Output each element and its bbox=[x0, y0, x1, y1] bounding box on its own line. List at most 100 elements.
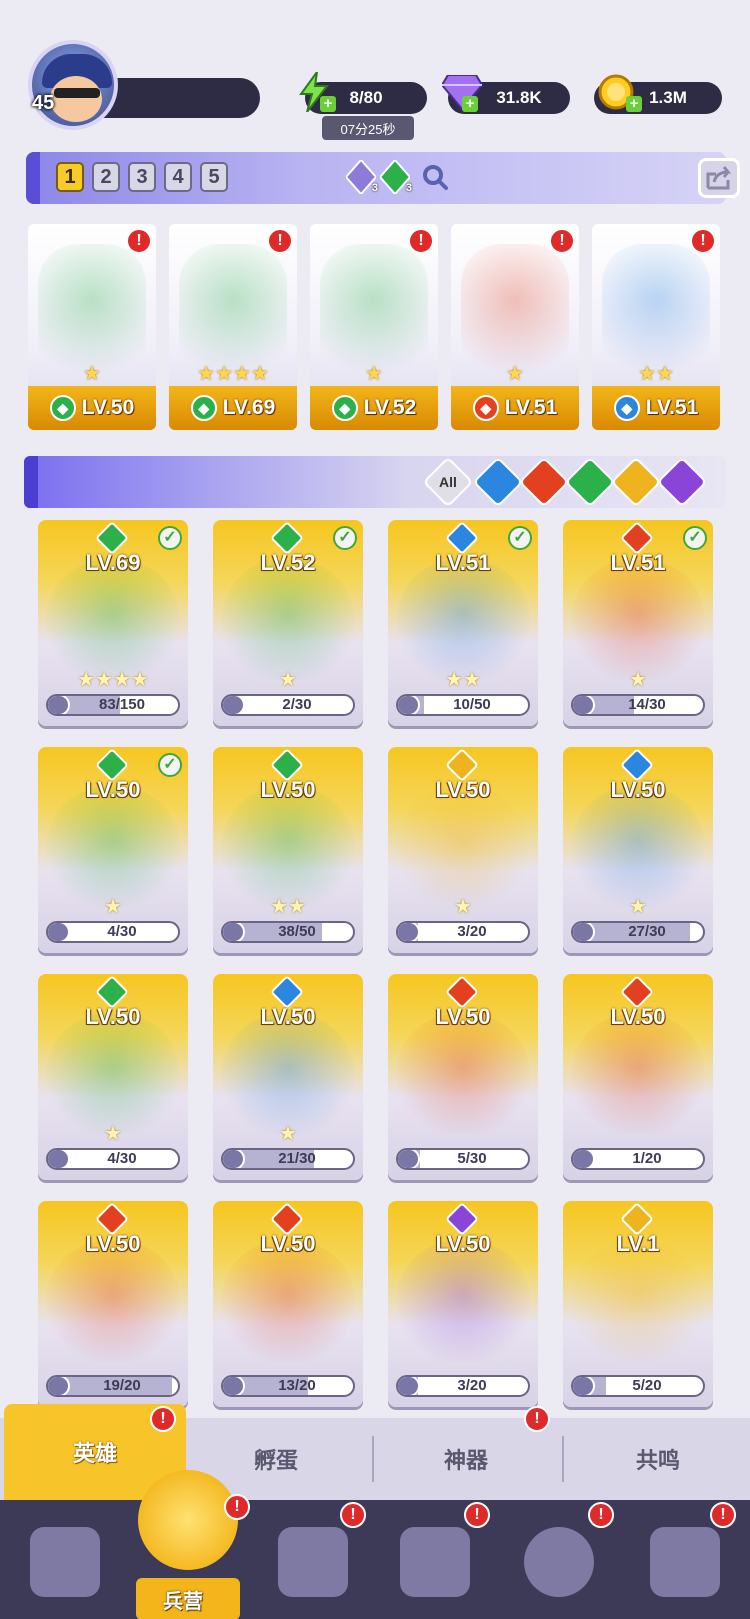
gold-add-icon[interactable]: + bbox=[626, 96, 642, 112]
nav-map[interactable]: ! bbox=[258, 1502, 368, 1612]
hero-portrait bbox=[396, 1241, 530, 1361]
nav-barracks[interactable]: 兵营 ! bbox=[128, 1470, 250, 1619]
purple-crystal-icon[interactable]: 3 bbox=[344, 160, 378, 194]
shard-progress-bar: 19/20 bbox=[46, 1375, 180, 1397]
hero-card[interactable]: LV.50 ★★ 38/50 bbox=[213, 747, 363, 953]
team-selector-bar: 1 2 3 4 5 3 3 bbox=[26, 152, 740, 204]
shard-progress-bar: 14/30 bbox=[571, 694, 705, 716]
in-team-check-icon: ✓ bbox=[508, 526, 532, 550]
filter-nature[interactable] bbox=[564, 456, 616, 508]
hero-portrait bbox=[571, 787, 705, 907]
team-tab-3[interactable]: 3 bbox=[128, 162, 156, 192]
hero-level: LV.50 bbox=[610, 1004, 666, 1029]
level-band: ◆ LV.51 bbox=[592, 386, 720, 430]
tab-resonance[interactable]: 共鸣 bbox=[566, 1418, 750, 1500]
share-icon bbox=[706, 166, 732, 190]
green-crystal-icon[interactable]: 3 bbox=[378, 160, 412, 194]
energy-add-icon[interactable]: + bbox=[320, 96, 336, 112]
shard-progress-text: 5/30 bbox=[457, 1150, 487, 1167]
player-level: 45 bbox=[32, 92, 55, 114]
hero-portrait bbox=[221, 1241, 355, 1361]
team-hero-card[interactable]: ★ ◆ LV.51! bbox=[451, 224, 579, 430]
tab-artifacts[interactable]: 神器 bbox=[376, 1418, 556, 1500]
hero-card[interactable]: LV.50 13/20 bbox=[213, 1201, 363, 1407]
hero-card[interactable]: LV.52 ★ 2/30 ✓ bbox=[213, 520, 363, 726]
hero-card[interactable]: LV.50 ★ 4/30 ✓ bbox=[38, 747, 188, 953]
gem-add-icon[interactable]: + bbox=[462, 96, 478, 112]
hero-card[interactable]: LV.51 ★★ 10/50 ✓ bbox=[388, 520, 538, 726]
hero-stars: ★ bbox=[83, 363, 101, 385]
avatar[interactable] bbox=[28, 40, 118, 130]
filter-fire[interactable] bbox=[518, 456, 570, 508]
artifacts-alert-icon: ! bbox=[524, 1406, 550, 1432]
shard-progress-text: 4/30 bbox=[107, 1150, 137, 1167]
alert-icon: ! bbox=[408, 228, 434, 254]
barracks-alert-icon: ! bbox=[224, 1494, 250, 1520]
filter-all[interactable]: All bbox=[422, 456, 474, 508]
search-icon[interactable] bbox=[418, 160, 452, 194]
hero-portrait bbox=[396, 787, 530, 907]
hero-stars: ★ bbox=[629, 896, 647, 918]
nav-castle[interactable]: ! bbox=[380, 1502, 490, 1612]
fire-element-icon: ◆ bbox=[472, 395, 499, 421]
guild-alert-icon: ! bbox=[710, 1502, 736, 1528]
team-hero-card[interactable]: ★★ ◆ LV.51! bbox=[592, 224, 720, 430]
share-button[interactable] bbox=[698, 158, 740, 198]
team-hero-card[interactable]: ★★★★ ◆ LV.69! bbox=[169, 224, 297, 430]
filter-light[interactable] bbox=[610, 456, 662, 508]
hero-stars: ★ bbox=[365, 363, 383, 385]
player-name-plate[interactable] bbox=[100, 78, 260, 118]
water-element-icon: ◆ bbox=[613, 395, 640, 421]
element-filter-bar: All bbox=[24, 456, 726, 508]
hero-card[interactable]: LV.50 1/20 bbox=[563, 974, 713, 1180]
hero-stars: ★ bbox=[279, 1123, 297, 1145]
filter-dark[interactable] bbox=[656, 456, 708, 508]
guild-banner-icon bbox=[650, 1527, 720, 1597]
map-alert-icon: ! bbox=[340, 1502, 366, 1528]
team-tab-5[interactable]: 5 bbox=[200, 162, 228, 192]
nav-guild[interactable]: ! bbox=[630, 1502, 740, 1612]
nature-element-icon: ◆ bbox=[331, 395, 358, 421]
hero-card[interactable]: LV.50 19/20 bbox=[38, 1201, 188, 1407]
sub-tab-bar: 孵蛋 神器 共鸣 英雄 ! ! bbox=[0, 1404, 750, 1500]
hero-level: LV.50 bbox=[260, 1231, 316, 1256]
team-hero-card[interactable]: ★ ◆ LV.50! bbox=[28, 224, 156, 430]
filter-water[interactable] bbox=[472, 456, 524, 508]
green-crystal-count: 3 bbox=[405, 182, 412, 194]
shard-progress-bar: 2/30 bbox=[221, 694, 355, 716]
team-tab-4[interactable]: 4 bbox=[164, 162, 192, 192]
hero-level: LV.50 bbox=[81, 396, 135, 419]
in-team-check-icon: ✓ bbox=[158, 753, 182, 777]
shard-progress-text: 5/20 bbox=[632, 1377, 662, 1394]
hero-card[interactable]: LV.69 ★★★★ 83/150 ✓ bbox=[38, 520, 188, 726]
shard-progress-bar: 5/30 bbox=[396, 1148, 530, 1170]
hero-stars: ★★★★ bbox=[77, 669, 149, 691]
hero-card[interactable]: LV.1 5/20 bbox=[563, 1201, 713, 1407]
level-band: ◆ LV.52 bbox=[310, 386, 438, 430]
hero-portrait bbox=[46, 560, 180, 680]
hero-card[interactable]: LV.50 ★ 4/30 bbox=[38, 974, 188, 1180]
cards-icon bbox=[30, 1527, 100, 1597]
nav-cards[interactable] bbox=[10, 1512, 120, 1612]
hero-stars: ★★ bbox=[638, 363, 674, 385]
castle-icon bbox=[400, 1527, 470, 1597]
filter-label: All bbox=[439, 473, 457, 490]
nav-shop[interactable]: ! bbox=[504, 1502, 614, 1612]
hero-card[interactable]: LV.50 ★ 21/30 bbox=[213, 974, 363, 1180]
hero-card[interactable]: LV.50 ★ 3/20 bbox=[388, 747, 538, 953]
hero-card[interactable]: LV.50 3/20 bbox=[388, 1201, 538, 1407]
castle-alert-icon: ! bbox=[464, 1502, 490, 1528]
hero-stars: ★ bbox=[454, 896, 472, 918]
team-tab-1[interactable]: 1 bbox=[56, 162, 84, 192]
team-hero-card[interactable]: ★ ◆ LV.52! bbox=[310, 224, 438, 430]
team-tab-2[interactable]: 2 bbox=[92, 162, 120, 192]
hero-card[interactable]: LV.51 ★ 14/30 ✓ bbox=[563, 520, 713, 726]
resource-bar: 45 8/80 + 07分25秒 31.8K + 1.3M + bbox=[0, 0, 750, 140]
hero-card[interactable]: LV.50 5/30 bbox=[388, 974, 538, 1180]
shard-progress-bar: 4/30 bbox=[46, 921, 180, 943]
hero-portrait bbox=[221, 1014, 355, 1134]
hero-level: LV.51 bbox=[645, 396, 699, 419]
shard-progress-text: 27/30 bbox=[628, 923, 666, 940]
hero-card[interactable]: LV.50 ★ 27/30 bbox=[563, 747, 713, 953]
nav-barracks-label: 兵营 bbox=[163, 1591, 203, 1613]
